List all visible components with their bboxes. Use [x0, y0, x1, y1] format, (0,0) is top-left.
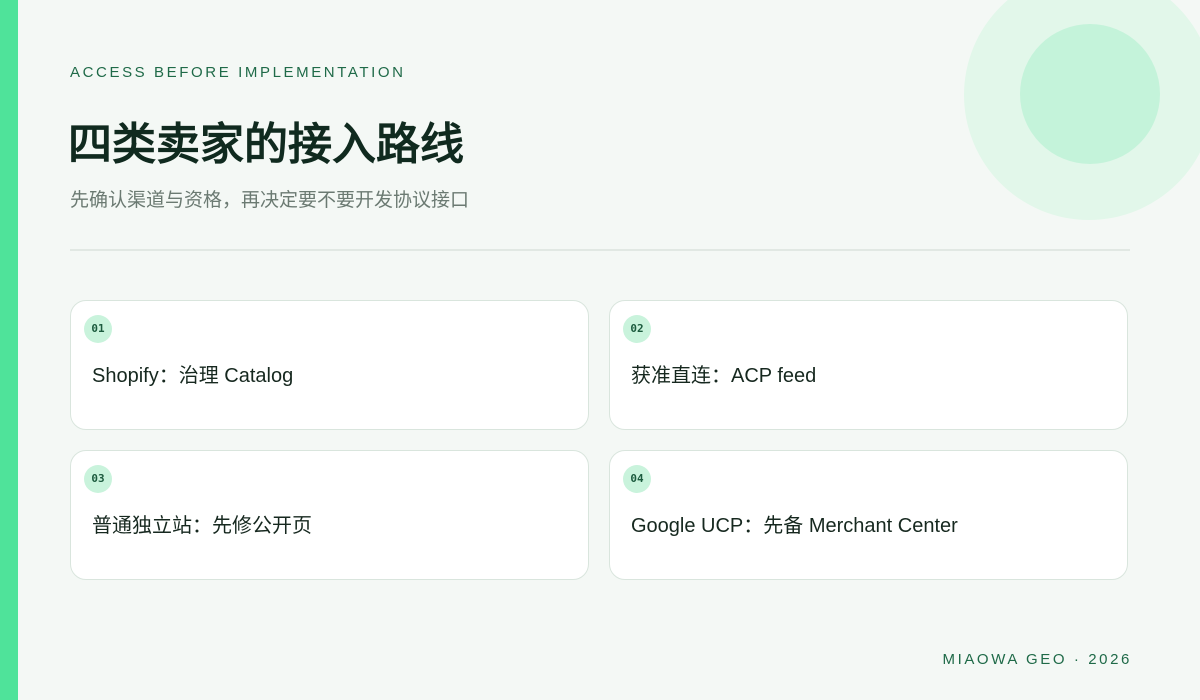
card-number-badge: 01 [84, 315, 112, 343]
card-number-badge: 03 [84, 465, 112, 493]
card-number-badge: 04 [623, 465, 651, 493]
card-text: 获准直连：ACP feed [631, 365, 817, 387]
route-card-independent-site: 03 普通独立站：先修公开页 [70, 450, 589, 580]
route-card-shopify: 01 Shopify：治理 Catalog [70, 300, 589, 430]
route-card-acp: 02 获准直连：ACP feed [609, 300, 1128, 430]
eyebrow-label: ACCESS BEFORE IMPLEMENTATION [70, 64, 406, 81]
page-title: 四类卖家的接入路线 [68, 120, 464, 169]
card-text: 普通独立站：先修公开页 [92, 515, 312, 537]
card-text: Google UCP：先备 Merchant Center [631, 515, 958, 537]
footer-brand: MIAOWA GEO · 2026 [942, 651, 1132, 668]
card-text: Shopify：治理 Catalog [92, 365, 294, 387]
card-number-badge: 02 [623, 315, 651, 343]
page-subtitle: 先确认渠道与资格，再决定要不要开发协议接口 [70, 190, 470, 211]
route-card-google-ucp: 04 Google UCP：先备 Merchant Center [609, 450, 1128, 580]
decorative-circle-inner [1020, 24, 1160, 164]
divider [70, 249, 1130, 251]
accent-bar [0, 0, 18, 700]
